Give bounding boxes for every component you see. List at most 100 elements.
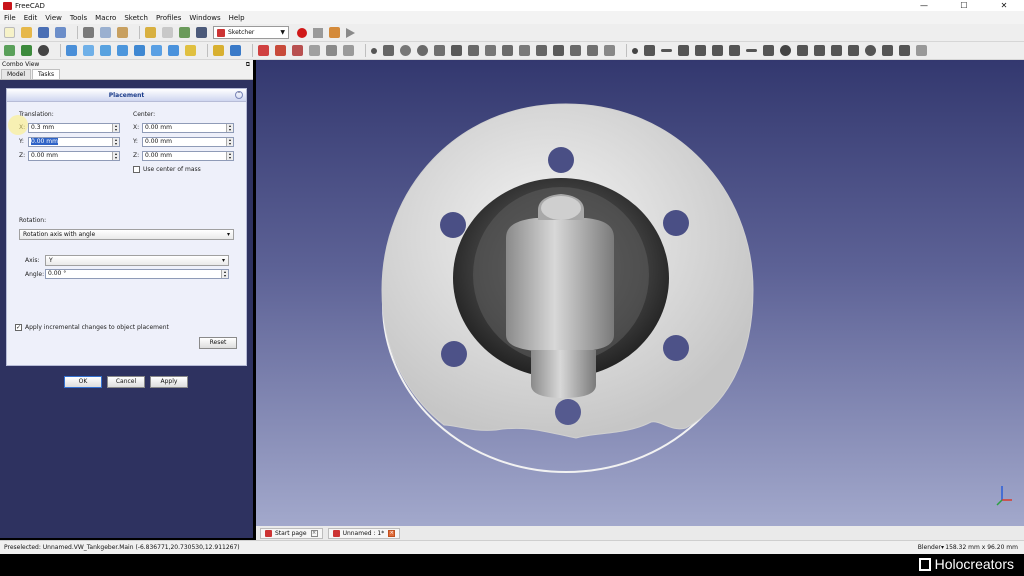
point-icon[interactable]: [371, 47, 377, 54]
workbench-selector[interactable]: Sketcher ▼: [213, 26, 289, 39]
tab-start-page[interactable]: Start page ×: [260, 527, 323, 539]
center-x-field[interactable]: 0.00 mm ▴ ▾: [142, 123, 234, 133]
arc-icon[interactable]: [400, 45, 411, 56]
tab-model[interactable]: Model: [1, 69, 32, 79]
save-icon[interactable]: [38, 27, 49, 38]
save-as-icon[interactable]: [55, 27, 66, 38]
menu-view[interactable]: View: [45, 14, 62, 22]
new-document-icon[interactable]: [4, 27, 15, 38]
edit-macro-icon[interactable]: [329, 27, 340, 38]
rear-view-icon[interactable]: [134, 45, 145, 56]
apply-button[interactable]: Apply: [150, 376, 188, 388]
leave-sketch-icon[interactable]: [292, 45, 303, 56]
fit-all-icon[interactable]: [4, 45, 15, 56]
parallel-constraint-icon[interactable]: [695, 45, 706, 56]
close-button[interactable]: ✕: [984, 0, 1024, 11]
undock-icon[interactable]: ⧉: [246, 60, 250, 69]
toggle-driving-icon[interactable]: [916, 45, 927, 56]
coincident-constraint-icon[interactable]: [632, 47, 638, 54]
refresh-icon[interactable]: [179, 27, 190, 38]
new-sketch-icon[interactable]: [258, 45, 269, 56]
menu-sketch[interactable]: Sketch: [124, 14, 148, 22]
spinner-icon[interactable]: ▴ ▾: [112, 152, 119, 160]
lock-constraint-icon[interactable]: [797, 45, 808, 56]
center-z-field[interactable]: 0.00 mm ▴ ▾: [142, 151, 234, 161]
menu-edit[interactable]: Edit: [24, 14, 38, 22]
polygon-icon[interactable]: [502, 45, 513, 56]
3d-viewport[interactable]: [256, 60, 1024, 528]
stop-macro-icon[interactable]: [313, 27, 323, 38]
distance-constraint-icon[interactable]: [848, 45, 859, 56]
construction-mode-icon[interactable]: [604, 45, 615, 56]
vertical-distance-icon[interactable]: [831, 45, 842, 56]
line-icon[interactable]: [383, 45, 394, 56]
menu-help[interactable]: Help: [229, 14, 245, 22]
undo-icon[interactable]: [145, 27, 156, 38]
translation-y-field[interactable]: 0.00 mm ▴ ▾: [28, 137, 120, 147]
menu-profiles[interactable]: Profiles: [156, 14, 181, 22]
vertical-constraint-icon[interactable]: [678, 45, 689, 56]
copy-icon[interactable]: [100, 27, 111, 38]
menu-windows[interactable]: Windows: [189, 14, 220, 22]
radius-constraint-icon[interactable]: [865, 45, 876, 56]
run-macro-icon[interactable]: [346, 27, 355, 38]
rotation-mode-select[interactable]: Rotation axis with angle ▾: [19, 229, 234, 240]
circle-icon[interactable]: [417, 45, 428, 56]
maximize-button[interactable]: ☐: [944, 0, 984, 11]
external-geometry-icon[interactable]: [587, 45, 598, 56]
redo-icon[interactable]: [162, 27, 173, 38]
axis-select[interactable]: Y ▾: [45, 255, 229, 266]
create-group-icon[interactable]: [230, 45, 241, 56]
record-macro-icon[interactable]: [297, 27, 307, 38]
menu-file[interactable]: File: [4, 14, 16, 22]
spinner-icon[interactable]: ▴ ▾: [112, 124, 119, 132]
open-folder-icon[interactable]: [21, 27, 32, 38]
apply-incremental-checkbox[interactable]: ✓: [15, 324, 22, 331]
translation-x-field[interactable]: 0.3 mm ▴ ▾: [28, 123, 120, 133]
tab-unnamed[interactable]: Unnamed : 1* ×: [327, 527, 401, 539]
perpendicular-constraint-icon[interactable]: [712, 45, 723, 56]
measure-icon[interactable]: [185, 45, 196, 56]
menu-macro[interactable]: Macro: [95, 14, 116, 22]
create-part-icon[interactable]: [213, 45, 224, 56]
snell-law-icon[interactable]: [899, 45, 910, 56]
center-y-field[interactable]: 0.00 mm ▴ ▾: [142, 137, 234, 147]
top-view-icon[interactable]: [100, 45, 111, 56]
collapse-icon[interactable]: ˄: [235, 91, 243, 99]
left-view-icon[interactable]: [168, 45, 179, 56]
symmetric-constraint-icon[interactable]: [763, 45, 774, 56]
reset-button[interactable]: Reset: [199, 337, 237, 349]
menu-tools[interactable]: Tools: [70, 14, 87, 22]
horizontal-distance-icon[interactable]: [814, 45, 825, 56]
close-icon[interactable]: ×: [310, 529, 318, 537]
spinner-icon[interactable]: ▴ ▾: [226, 138, 233, 146]
rectangle-icon[interactable]: [485, 45, 496, 56]
polyline-icon[interactable]: [468, 45, 479, 56]
whats-this-icon[interactable]: [196, 27, 207, 38]
isometric-view-icon[interactable]: [66, 45, 77, 56]
fit-selection-icon[interactable]: [21, 45, 32, 56]
angle-constraint-icon[interactable]: [882, 45, 893, 56]
cut-icon[interactable]: [83, 27, 94, 38]
edit-sketch-icon[interactable]: [275, 45, 286, 56]
trim-icon[interactable]: [553, 45, 564, 56]
equal-constraint-icon[interactable]: [746, 49, 757, 52]
angle-field[interactable]: 0.00 ° ▴ ▾: [45, 269, 229, 279]
fillet-icon[interactable]: [536, 45, 547, 56]
extend-icon[interactable]: [570, 45, 581, 56]
view-sketch-icon[interactable]: [309, 45, 320, 56]
slot-icon[interactable]: [519, 45, 530, 56]
spinner-icon[interactable]: ▴ ▾: [226, 152, 233, 160]
cancel-button[interactable]: Cancel: [107, 376, 145, 388]
paste-icon[interactable]: [117, 27, 128, 38]
conic-icon[interactable]: [434, 45, 445, 56]
horizontal-constraint-icon[interactable]: [661, 49, 672, 52]
translation-z-field[interactable]: 0.00 mm ▴ ▾: [28, 151, 120, 161]
tangent-constraint-icon[interactable]: [729, 45, 740, 56]
bottom-view-icon[interactable]: [151, 45, 162, 56]
ok-button[interactable]: OK: [64, 376, 102, 388]
map-sketch-icon[interactable]: [326, 45, 337, 56]
use-center-of-mass-checkbox[interactable]: [133, 166, 140, 173]
draw-style-icon[interactable]: [38, 45, 49, 56]
spinner-icon[interactable]: ▴ ▾: [112, 138, 119, 146]
